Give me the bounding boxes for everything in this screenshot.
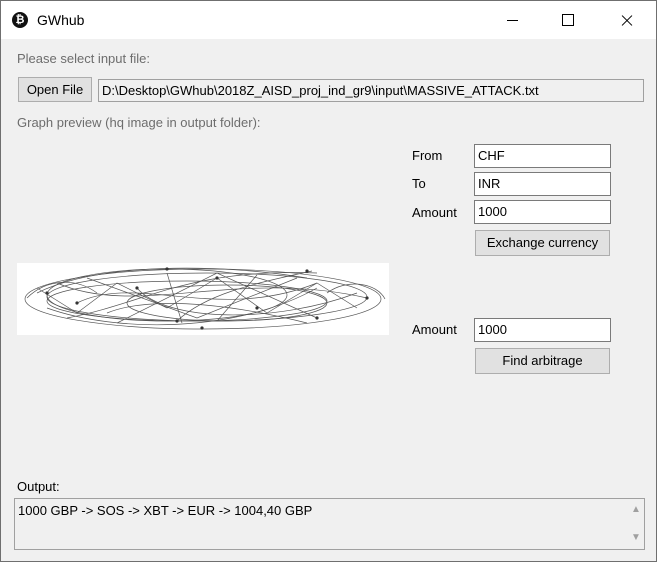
graph-preview-label: Graph preview (hq image in output folder…	[17, 115, 261, 130]
arbitrage-amount-input[interactable]: 1000	[474, 318, 611, 342]
to-currency-input[interactable]: INR	[474, 172, 611, 196]
output-textbox[interactable]: 1000 GBP -> SOS -> XBT -> EUR -> 1004,40…	[14, 498, 645, 550]
from-label: From	[412, 148, 443, 163]
app-window: ₿ GWhub Please select input file: Open F…	[0, 0, 657, 562]
open-file-button[interactable]: Open File	[18, 77, 92, 102]
close-button[interactable]	[598, 1, 654, 39]
exchange-amount-label: Amount	[412, 205, 457, 220]
find-arbitrage-button[interactable]: Find arbitrage	[475, 348, 610, 374]
arbitrage-amount-label: Amount	[412, 322, 457, 337]
currency-graph-drawing	[24, 267, 386, 330]
graph-preview-image	[17, 263, 389, 335]
output-scrollbar[interactable]: ▲ ▼	[627, 499, 644, 549]
window-title: GWhub	[37, 12, 85, 28]
output-text: 1000 GBP -> SOS -> XBT -> EUR -> 1004,40…	[18, 503, 313, 518]
scroll-down-arrow-icon[interactable]: ▼	[631, 533, 641, 543]
from-currency-input[interactable]: CHF	[474, 144, 611, 168]
app-bitcoin-icon: ₿	[12, 12, 28, 28]
maximize-button[interactable]	[540, 1, 596, 39]
title-bar[interactable]: ₿ GWhub	[1, 1, 656, 39]
file-path-field[interactable]: D:\Desktop\GWhub\2018Z_AISD_proj_ind_gr9…	[98, 79, 644, 102]
minimize-button[interactable]	[484, 1, 540, 39]
select-file-label: Please select input file:	[17, 51, 150, 66]
exchange-amount-input[interactable]: 1000	[474, 200, 611, 224]
exchange-currency-button[interactable]: Exchange currency	[475, 230, 610, 256]
output-label: Output:	[17, 479, 60, 494]
scroll-up-arrow-icon[interactable]: ▲	[631, 505, 641, 515]
to-label: To	[412, 176, 426, 191]
